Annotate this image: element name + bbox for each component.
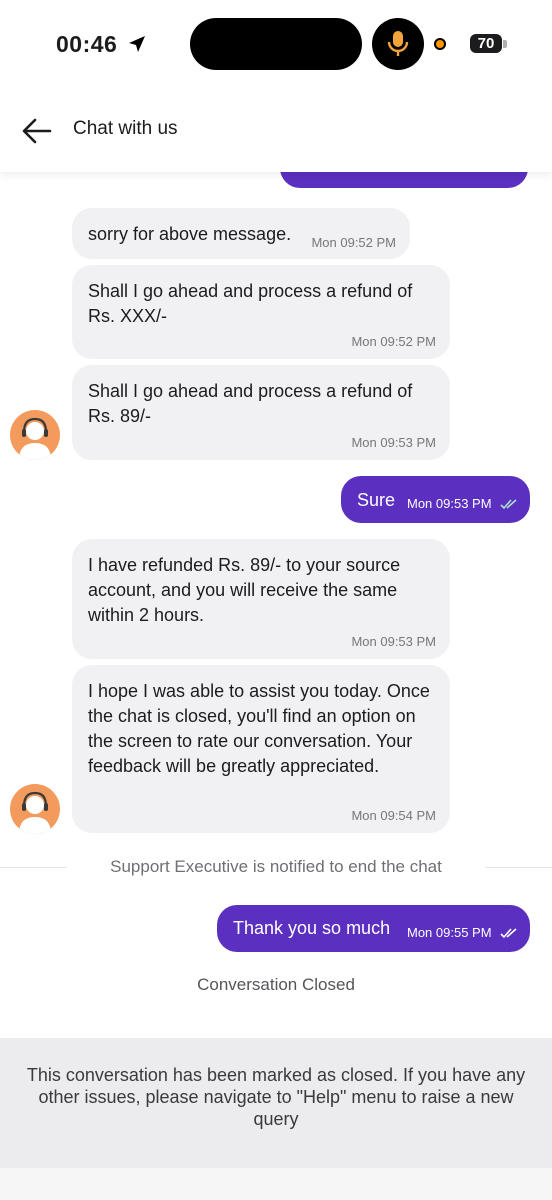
message-time: Mon 09:52 PM <box>311 235 396 250</box>
battery-cap <box>503 40 507 48</box>
previous-outgoing-bubble <box>280 172 528 188</box>
microphone-icon <box>387 31 409 56</box>
message-time-group: Mon 09:55 PM <box>407 924 518 942</box>
bottom-strip <box>0 1168 552 1200</box>
message-bubble-outgoing: Sure Mon 09:53 PM <box>341 476 530 523</box>
conversation-closed-label: Conversation Closed <box>197 975 355 994</box>
message-text: Sure <box>357 490 396 510</box>
closed-notice: This conversation has been marked as clo… <box>0 1038 552 1168</box>
message-time: Mon 09:53 PM <box>351 634 436 649</box>
message-time: Mon 09:53 PM <box>407 496 492 511</box>
message-time: Mon 09:53 PM <box>351 435 436 450</box>
message-time-group: Mon 09:53 PM <box>407 495 518 513</box>
message-text: I hope I was able to assist you today. O… <box>88 681 430 776</box>
page-title: Chat with us <box>73 118 178 139</box>
message-bubble-outgoing: Thank you so much Mon 09:55 PM <box>217 905 530 952</box>
message-text: Thank you so much <box>233 918 391 938</box>
headset-agent-icon <box>19 417 51 460</box>
message-text: I have refunded Rs. 89/- to your source … <box>88 555 401 625</box>
message-text: sorry for above message. <box>88 224 292 244</box>
message-text: Shall I go ahead and process a refund of… <box>88 281 413 326</box>
support-agent-avatar <box>10 410 60 460</box>
chat-header: Chat with us <box>0 88 552 172</box>
message-bubble-incoming: I have refunded Rs. 89/- to your source … <box>72 539 450 659</box>
status-bar: 00:46 70 <box>0 0 552 88</box>
double-check-icon <box>500 928 517 938</box>
microphone-indicator <box>372 18 424 70</box>
message-time: Mon 09:54 PM <box>351 808 436 823</box>
message-time: Mon 09:52 PM <box>351 334 436 349</box>
chat-messages[interactable]: sorry for above message. Mon 09:52 PM Sh… <box>0 172 552 1038</box>
back-arrow-icon[interactable] <box>20 116 54 146</box>
message-text: Shall I go ahead and process a refund of… <box>88 381 413 426</box>
battery-icon: 70 <box>470 34 502 53</box>
double-check-icon <box>500 499 517 509</box>
system-message-notified: Support Executive is notified to end the… <box>110 857 442 876</box>
location-arrow-icon <box>129 36 145 52</box>
headset-agent-icon <box>19 791 51 834</box>
status-time: 00:46 <box>56 31 118 57</box>
message-bubble-incoming: Shall I go ahead and process a refund of… <box>72 265 450 359</box>
message-bubble-incoming: Shall I go ahead and process a refund of… <box>72 365 450 460</box>
message-bubble-incoming: I hope I was able to assist you today. O… <box>72 665 450 833</box>
message-time: Mon 09:55 PM <box>407 925 492 940</box>
message-bubble-incoming: sorry for above message. Mon 09:52 PM <box>72 208 410 259</box>
support-agent-avatar <box>10 784 60 834</box>
privacy-indicator-dot <box>434 38 446 50</box>
dynamic-island <box>190 18 362 70</box>
